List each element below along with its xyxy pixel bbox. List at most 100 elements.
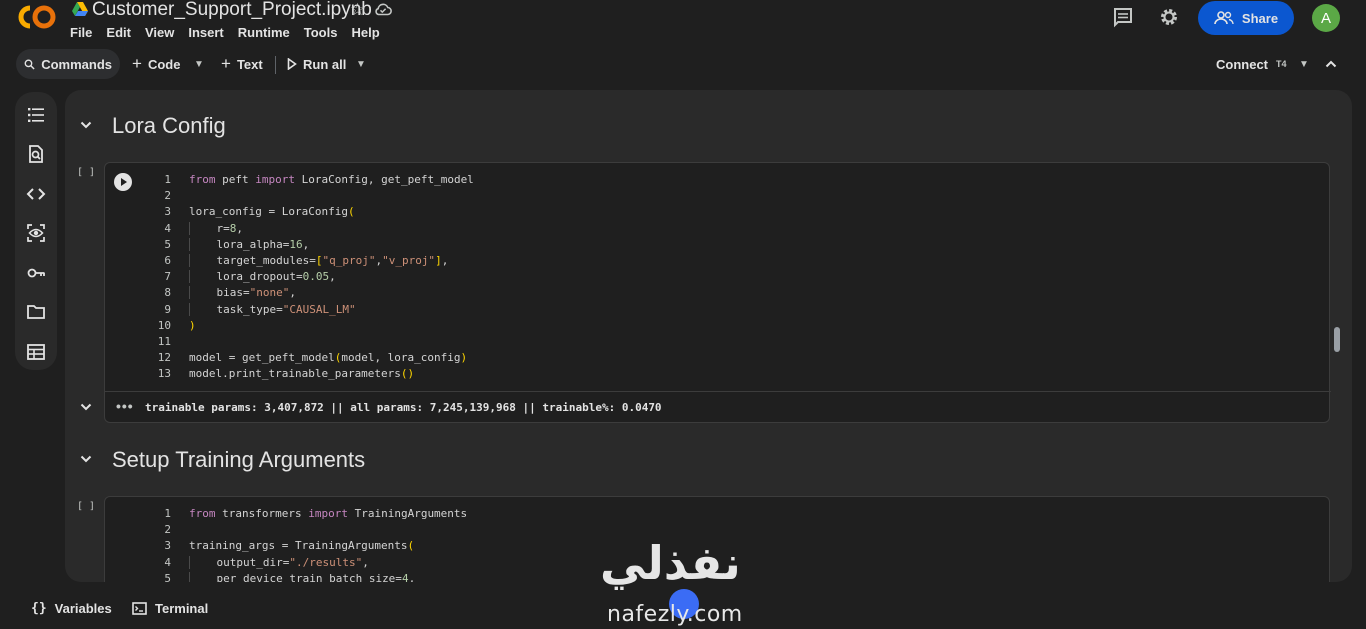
execution-count-bracket: [ ] <box>77 501 96 512</box>
braces-icon: {} <box>31 601 47 616</box>
variable-inspector-eye-icon[interactable] <box>26 223 46 243</box>
toolbar: Commands + Code ▼ + Text Run all ▼ Conne… <box>0 47 1366 83</box>
line-number: 10 <box>157 318 171 332</box>
search-icon <box>24 58 35 70</box>
scrollbar-thumb[interactable] <box>1334 327 1340 352</box>
line-number: 11 <box>157 334 171 348</box>
collapse-section-chevron-icon[interactable] <box>79 452 93 466</box>
run-all-dropdown[interactable]: ▼ <box>356 49 366 79</box>
code-text: from peft import LoraConfig, get_peft_mo… <box>189 173 474 186</box>
run-cell-button[interactable] <box>114 173 132 191</box>
code-text: bias="none", <box>189 286 296 300</box>
line-number: 2 <box>164 523 171 537</box>
caret-down-icon: ▼ <box>356 58 366 70</box>
menu-insert[interactable]: Insert <box>188 25 223 40</box>
code-text: output_dir="./results", <box>189 555 369 569</box>
line-number: 13 <box>157 367 171 381</box>
line-number: 5 <box>164 571 171 582</box>
commands-button[interactable]: Commands <box>16 49 120 79</box>
find-replace-icon[interactable] <box>26 144 46 164</box>
run-all-button[interactable]: Run all <box>287 49 346 79</box>
code-text: lora_alpha=16, <box>189 237 309 251</box>
caret-down-icon: ▼ <box>194 58 204 70</box>
line-number: 7 <box>164 270 171 284</box>
watermark-arabic: نفذلي <box>600 536 741 590</box>
connect-dropdown[interactable]: ▼ <box>1299 49 1309 79</box>
collapse-toolbar-button[interactable] <box>1325 49 1337 79</box>
play-icon <box>287 58 297 70</box>
line-number: 2 <box>164 189 171 203</box>
settings-gear-icon[interactable] <box>1158 6 1180 28</box>
share-button[interactable]: Share <box>1198 1 1294 35</box>
output-actions-icon[interactable]: ••• <box>116 398 134 414</box>
add-text-button[interactable]: + Text <box>221 49 263 79</box>
code-text: lora_config = LoraConfig( <box>189 205 355 219</box>
notebook-title[interactable]: Customer_Support_Project.ipynb <box>92 0 372 21</box>
code-text: r=8, <box>189 221 243 235</box>
terminal-button[interactable]: Terminal <box>132 601 208 616</box>
plus-icon: + <box>132 54 142 73</box>
code-text: task_type="CAUSAL_LM" <box>189 302 356 316</box>
table-of-contents-icon[interactable] <box>26 105 46 125</box>
collapse-section-chevron-icon[interactable] <box>79 118 93 132</box>
notebook-panel: Lora Config [ ] 1 from peft import LoraCo… <box>65 90 1352 582</box>
terminal-icon <box>132 602 147 615</box>
line-number: 6 <box>164 253 171 267</box>
line-number: 5 <box>164 237 171 251</box>
files-folder-icon[interactable] <box>26 302 46 322</box>
menu-bar: File Edit View Insert Runtime Tools Help <box>70 25 394 40</box>
code-text: ) <box>189 318 196 332</box>
line-number: 1 <box>164 173 171 186</box>
colab-logo-icon[interactable] <box>18 4 56 30</box>
code-snippets-icon[interactable] <box>26 184 46 204</box>
code-text: training_args = TrainingArguments( <box>189 539 415 553</box>
connect-label: Connect <box>1216 56 1268 72</box>
variables-button[interactable]: {} Variables <box>31 601 112 616</box>
run-all-label: Run all <box>303 56 347 72</box>
comment-icon[interactable] <box>1112 6 1134 28</box>
code-text: from transformers import TrainingArgumen… <box>189 507 468 520</box>
line-number: 3 <box>164 539 171 553</box>
menu-file[interactable]: File <box>70 25 92 40</box>
cloud-saved-icon[interactable] <box>374 2 392 16</box>
secrets-key-icon[interactable] <box>26 263 46 283</box>
code-text: model = get_peft_model(model, lora_confi… <box>189 351 468 365</box>
execution-count-bracket: [ ] <box>77 167 96 178</box>
section-title: Setup Training Arguments <box>112 447 366 472</box>
line-number: 9 <box>164 302 171 316</box>
terminal-label: Terminal <box>155 601 209 616</box>
google-drive-icon[interactable] <box>72 2 88 16</box>
line-number: 3 <box>164 205 171 219</box>
line-number: 4 <box>164 221 171 235</box>
menu-help[interactable]: Help <box>351 25 379 40</box>
collapse-output-chevron-icon[interactable] <box>79 400 93 414</box>
caret-down-icon: ▼ <box>1299 58 1309 70</box>
star-icon[interactable]: ☆ <box>350 0 365 20</box>
code-text: target_modules=["q_proj","v_proj"], <box>189 253 448 267</box>
line-number: 1 <box>164 507 171 520</box>
user-avatar[interactable]: A <box>1312 4 1340 32</box>
code-dropdown[interactable]: ▼ <box>194 49 204 79</box>
runtime-badge: T4 <box>1276 59 1287 69</box>
variables-label: Variables <box>54 601 112 616</box>
cell-output: trainable params: 3,407,872 || all param… <box>145 401 662 414</box>
menu-tools[interactable]: Tools <box>304 25 338 40</box>
add-code-button[interactable]: + Code <box>132 49 180 79</box>
code-text: model.print_trainable_parameters() <box>189 367 415 381</box>
menu-edit[interactable]: Edit <box>106 25 131 40</box>
line-number: 12 <box>157 351 171 365</box>
menu-view[interactable]: View <box>145 25 174 40</box>
code-label: Code <box>147 56 181 72</box>
chevron-up-icon <box>1325 60 1337 68</box>
connect-button[interactable]: Connect T4 <box>1216 49 1287 79</box>
menu-runtime[interactable]: Runtime <box>238 25 290 40</box>
code-cell[interactable]: 1 from peft import LoraConfig, get_peft_m… <box>80 162 1331 423</box>
line-number: 4 <box>164 555 171 569</box>
header: Customer_Support_Project.ipynb ☆ File Ed… <box>0 0 1366 48</box>
plus-icon: + <box>221 54 231 73</box>
code-text: per_device_train_batch_size=4, <box>189 571 415 582</box>
people-icon <box>1214 11 1234 25</box>
left-sidebar <box>15 92 57 370</box>
data-table-icon[interactable] <box>26 342 46 362</box>
section-title: Lora Config <box>112 113 226 138</box>
